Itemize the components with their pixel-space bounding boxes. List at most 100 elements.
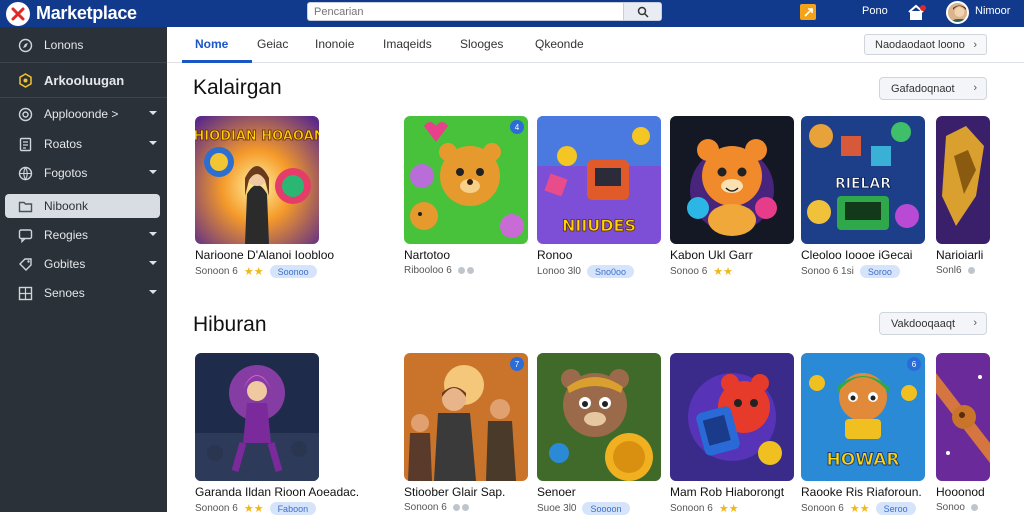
app-meta: Sonoon 6 ★★ Seroo: [801, 502, 916, 515]
sidebar-item-gobites[interactable]: Gobites: [5, 252, 160, 276]
document-icon: [16, 135, 34, 153]
app-meta: Sonoo 6 ★★: [670, 265, 733, 278]
tab-home[interactable]: Nome: [195, 37, 228, 51]
sidebar-item-label: Roatos: [44, 137, 83, 151]
app-title[interactable]: Garanda Ildan Rioon Aoeadac.: [195, 485, 375, 499]
section-title: Kalairgan: [193, 76, 282, 99]
top-link[interactable]: Pono: [862, 5, 888, 17]
notification-icon[interactable]: [800, 4, 816, 20]
app-thumbnail[interactable]: [670, 116, 794, 244]
divider: [0, 97, 167, 98]
app-thumbnail[interactable]: HIODIAN HOAOAN: [195, 116, 319, 244]
grid-icon: [16, 284, 34, 302]
app-meta-text: Sonoo 6 1si: [801, 266, 854, 277]
app-meta-text: Sonl6: [936, 265, 962, 276]
tab-slooges[interactable]: Slooges: [460, 37, 503, 51]
app-title[interactable]: Narioone D'Alanoi Ioobloo: [195, 248, 375, 262]
app-pill[interactable]: Sno0oo: [586, 265, 634, 278]
sidebar-item-niboonk[interactable]: Niboonk: [5, 194, 160, 218]
sidebar-item-roatos[interactable]: Roatos: [5, 132, 160, 156]
app-thumbnail[interactable]: 4: [404, 116, 528, 244]
app-pill[interactable]: Faboon: [269, 502, 317, 515]
tag-icon: [16, 255, 34, 273]
sidebar-item-label: Gobites: [44, 257, 86, 271]
app-thumbnail[interactable]: [195, 353, 319, 481]
app-thumbnail[interactable]: [936, 116, 990, 244]
app-pill[interactable]: Soroo: [859, 265, 900, 278]
sidebar-item-reogies[interactable]: Reogies: [5, 223, 160, 247]
sidebar-item-label: Reogies: [44, 228, 89, 242]
app-thumbnail[interactable]: RIELAR: [801, 116, 925, 244]
username[interactable]: Nimoor: [975, 5, 1010, 17]
avatar[interactable]: [946, 1, 969, 24]
chevron-right-icon: ›: [973, 82, 977, 94]
chevron-down-icon: [149, 232, 157, 236]
app-meta: Sonoon 6 ★★ Soonoo: [195, 265, 317, 278]
search-input[interactable]: [308, 3, 624, 20]
thumb-text: RIELAR: [835, 176, 891, 192]
chevron-down-icon: [149, 170, 157, 174]
rating-stars: ★★: [718, 503, 739, 515]
app-thumbnail[interactable]: [936, 353, 990, 481]
brand-title[interactable]: Marketplace: [36, 3, 137, 24]
tab-inonoie[interactable]: Inonoie: [315, 37, 354, 51]
target-icon: [16, 105, 34, 123]
app-meta-text: Suoe 3l0: [537, 503, 577, 514]
app-thumbnail[interactable]: NIIUDES: [537, 116, 661, 244]
sidebar: Lonons Arkooluugan Applooonde > Roatos F…: [0, 27, 167, 512]
folder-icon: [16, 197, 34, 215]
app-pill[interactable]: Seroo: [875, 502, 916, 515]
app-meta: Sonoon 6 ★★: [670, 502, 739, 515]
search-button[interactable]: [623, 3, 661, 20]
section-more-button[interactable]: Vakdooqaaqt ›: [879, 312, 987, 335]
chevron-down-icon: [149, 111, 157, 115]
app-meta: Sonoon 6 ★★ Faboon: [195, 502, 317, 515]
tab-qkeonde[interactable]: Qkeonde: [535, 37, 584, 51]
logo-icon[interactable]: [6, 2, 30, 26]
sidebar-item-apps[interactable]: Applooonde >: [5, 102, 160, 126]
app-title[interactable]: Narioiarli: [936, 248, 990, 262]
hexagon-icon: [16, 71, 34, 89]
sidebar-item-home[interactable]: Lonons: [5, 33, 160, 57]
thumb-text: NIIUDES: [562, 216, 636, 235]
app-badge: 6: [907, 357, 921, 371]
thumb-text: HIODIAN HOAOAN: [195, 129, 319, 144]
app-meta-text: Sonoon 6: [195, 503, 238, 514]
app-meta-text: Lonoo 3l0: [537, 266, 581, 277]
rating-dots: [452, 504, 469, 511]
rating-dots: [967, 267, 975, 274]
sidebar-item-label: Applooonde >: [44, 107, 119, 121]
app-meta-text: Ribooloo 6: [404, 265, 452, 276]
tab-geiac[interactable]: Geiac: [257, 37, 288, 51]
app-meta: Sonoo 6 1si Soroo: [801, 265, 900, 278]
app-meta-text: Sonoon 6: [801, 503, 844, 514]
section-more-button[interactable]: Gafadoqnaot ›: [879, 77, 987, 100]
search-icon: [637, 6, 649, 18]
chevron-down-icon: [149, 141, 157, 145]
app-meta: Suoe 3l0 Soooon: [537, 502, 630, 515]
app-thumbnail[interactable]: [537, 353, 661, 481]
rating-stars: ★★: [243, 503, 264, 515]
active-tab-indicator: [182, 60, 252, 63]
sidebar-item-senoes[interactable]: Senoes: [5, 281, 160, 305]
app-meta-text: Sonoo 6: [670, 266, 708, 277]
app-thumbnail[interactable]: [670, 353, 794, 481]
app-thumbnail[interactable]: 7: [404, 353, 528, 481]
app-thumbnail[interactable]: HOWAR 6: [801, 353, 925, 481]
store-icon[interactable]: [908, 4, 926, 22]
tab-imaqeids[interactable]: Imaqeids: [383, 37, 432, 51]
section-more-label: Vakdooqaaqt: [891, 317, 956, 330]
sidebar-item-section[interactable]: Arkooluugan: [5, 68, 160, 92]
top-bar: Marketplace Pono Nimoor: [0, 0, 1024, 27]
rating-stars: ★★: [243, 266, 264, 278]
rating-stars: ★★: [713, 266, 733, 278]
app-title[interactable]: Hooonod: [936, 485, 990, 499]
thumb-text: HOWAR: [827, 450, 900, 470]
sidebar-item-fogotos[interactable]: Fogotos: [5, 161, 160, 185]
app-pill[interactable]: Soooon: [582, 502, 630, 515]
rating-stars: ★★: [849, 503, 870, 515]
app-pill[interactable]: Soonoo: [269, 265, 317, 278]
tab-action-button[interactable]: Naodaodaot loono ›: [864, 34, 987, 55]
app-meta: Sonl6: [936, 265, 975, 276]
app-meta-text: Sonoon 6: [195, 266, 238, 277]
